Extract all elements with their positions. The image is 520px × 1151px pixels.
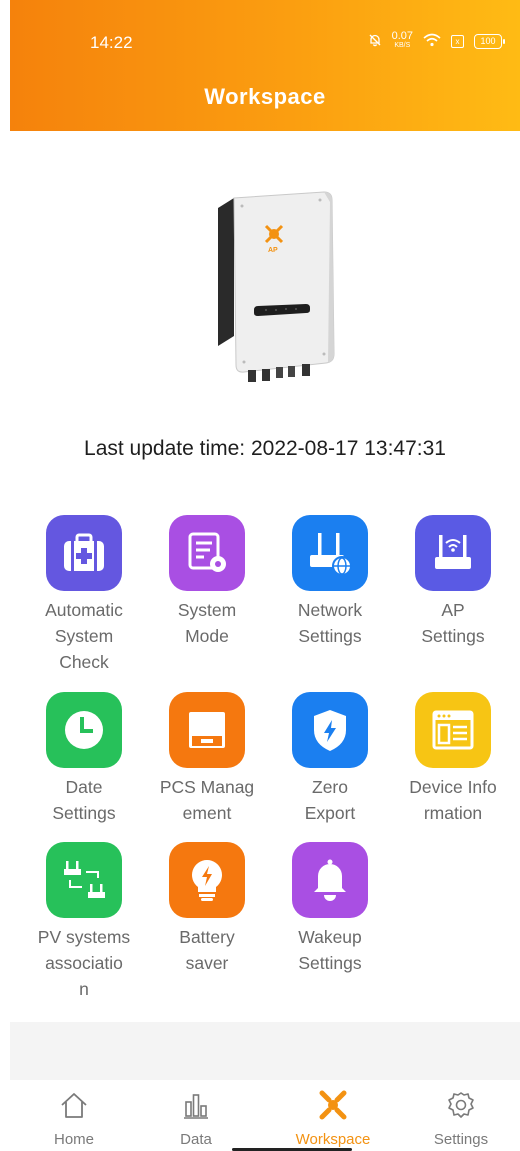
status-time: 14:22 [90, 33, 133, 52]
tile-label: AP Settings [421, 600, 485, 646]
bottom-tab-bar: Home Data Workspace Settings [10, 1080, 520, 1151]
tab-label: Settings [433, 1131, 489, 1148]
tile-label: Automatic System Check [45, 600, 123, 672]
tab-settings[interactable]: Settings [406, 1090, 516, 1148]
tile-label: Date Settings [52, 777, 116, 823]
divider-band [10, 1022, 520, 1080]
tab-label: Home [53, 1131, 94, 1148]
tile-label: Network Settings [297, 600, 363, 646]
medical-kit-icon [46, 515, 122, 591]
page-title: Workspace [204, 84, 326, 109]
tile-ap-settings[interactable]: AP Settings [390, 515, 516, 649]
router-globe-icon [292, 515, 368, 591]
tile-network-settings[interactable]: Network Settings [267, 515, 393, 649]
home-icon [59, 1090, 89, 1125]
settings-document-icon [169, 515, 245, 591]
tile-system-mode[interactable]: System Mode [144, 515, 270, 649]
browser-window-icon [415, 692, 491, 768]
tile-label: PCS Manag ement [159, 777, 255, 823]
net-speed-value: 0.07 [391, 30, 413, 42]
inverter-device-image: AP [218, 191, 335, 382]
tile-battery-saver[interactable]: Battery saver [144, 842, 270, 976]
tile-date-settings[interactable]: Date Settings [21, 692, 147, 826]
net-speed-unit: KB/S [394, 42, 411, 49]
tile-label: Zero Export [304, 777, 356, 823]
battery-icon: 100 [474, 33, 505, 49]
last-update-time: Last update time: 2022-08-17 13:47:31 [84, 437, 446, 460]
device-brand-logo: AP [268, 247, 278, 254]
tile-zero-export[interactable]: Zero Export [267, 692, 393, 826]
tile-label: Device Info rmation [409, 777, 497, 823]
tile-pcs-management[interactable]: PCS Manag ement [144, 692, 270, 826]
clock-icon [46, 692, 122, 768]
pcs-box-icon [169, 692, 245, 768]
linked-routers-icon [46, 842, 122, 918]
tab-workspace[interactable]: Workspace [278, 1090, 388, 1148]
tab-label: Data [180, 1131, 212, 1148]
tile-label: PV systems associatio n [37, 927, 131, 999]
router-wifi-icon [415, 515, 491, 591]
tile-label: System Mode [177, 600, 237, 646]
tab-label: Workspace [295, 1131, 371, 1148]
tab-home[interactable]: Home [19, 1090, 129, 1148]
app-screen: 14:22 0.07 KB/S x 100 Workspace AP Last … [10, 0, 520, 1151]
status-icons: 0.07 KB/S x 100 [368, 30, 505, 50]
tile-pv-systems-association[interactable]: PV systems associatio n [21, 842, 147, 1002]
bell-icon [292, 842, 368, 918]
mute-bell-icon [368, 33, 382, 50]
tile-automatic-system-check[interactable]: Automatic System Check [21, 515, 147, 675]
header-bar: 14:22 0.07 KB/S x 100 Workspace [10, 0, 520, 131]
tile-label: Battery saver [179, 927, 235, 973]
tile-label: Wakeup Settings [298, 927, 362, 973]
sim-icon: x [451, 34, 464, 48]
wifi-icon [423, 33, 441, 50]
shield-bolt-icon [292, 692, 368, 768]
tile-device-information[interactable]: Device Info rmation [390, 692, 516, 826]
tab-data[interactable]: Data [141, 1090, 251, 1148]
lightbulb-icon [169, 842, 245, 918]
tile-wakeup-settings[interactable]: Wakeup Settings [267, 842, 393, 976]
workspace-logo-icon [316, 1090, 350, 1125]
bar-chart-icon [181, 1090, 211, 1125]
gear-icon [446, 1090, 476, 1125]
network-speed: 0.07 KB/S [391, 30, 413, 50]
